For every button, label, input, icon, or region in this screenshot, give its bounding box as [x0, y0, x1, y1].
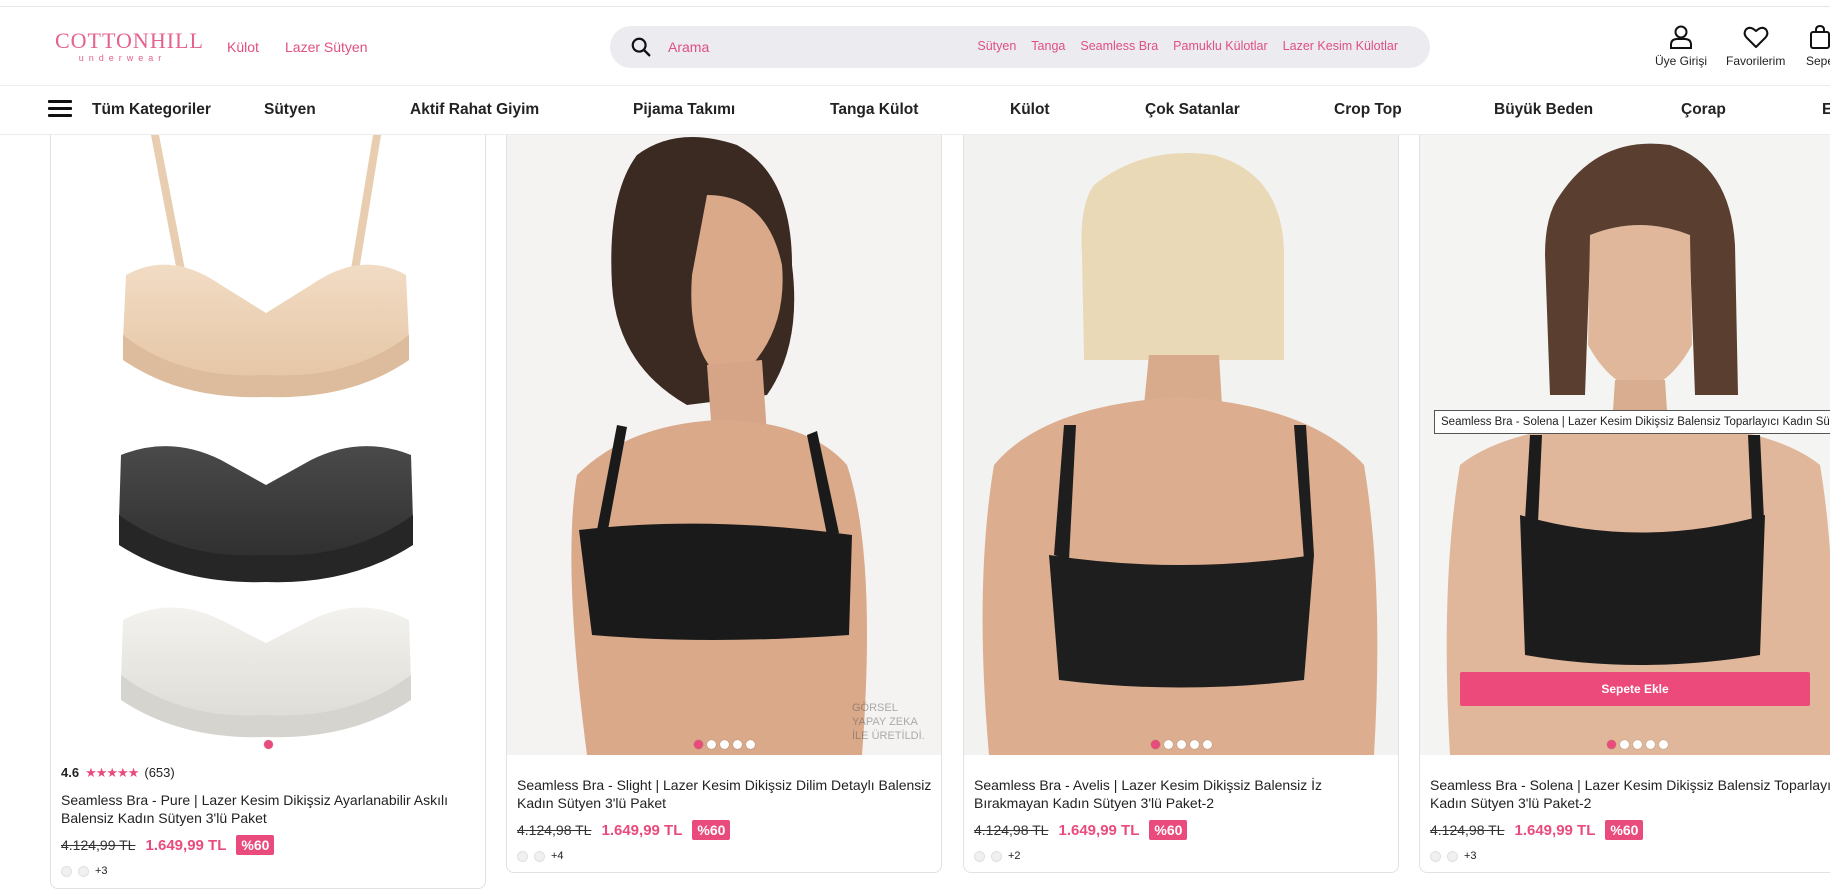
model-back-image	[571, 137, 867, 755]
nav-item-pijama-takimi[interactable]: Pijama Takımı	[633, 101, 735, 119]
image-carousel-dots[interactable]	[964, 736, 1398, 754]
brand-sub: underwear	[78, 53, 167, 63]
cart-button[interactable]: Sepe	[1806, 24, 1830, 68]
search-bar[interactable]: Arama Sütyen Tanga Seamless Bra Pamuklu …	[610, 26, 1430, 68]
nav-item-more[interactable]: E	[1822, 101, 1830, 119]
old-price: 4.124,98 TL	[1430, 822, 1505, 838]
image-carousel-dots[interactable]	[51, 736, 485, 754]
search-icon[interactable]	[630, 36, 652, 58]
discount-badge: %60	[1149, 820, 1188, 840]
product-title[interactable]: Seamless Bra - Slight | Lazer Kesim Diki…	[517, 776, 937, 812]
current-price: 1.649,99 TL	[601, 821, 683, 839]
bra-stack-image	[119, 135, 413, 738]
search-chip[interactable]: Seamless Bra	[1080, 39, 1158, 53]
product-card[interactable]: 4.6 ★★★★★ (653) Seamless Bra - Pure | Laze…	[50, 135, 486, 889]
search-suggestions: Sütyen Tanga Seamless Bra Pamuklu Külotl…	[977, 39, 1398, 53]
old-price: 4.124,99 TL	[61, 837, 136, 853]
login-button[interactable]: Üye Girişi	[1655, 24, 1707, 68]
shopping-bag-icon	[1810, 24, 1830, 49]
image-carousel-dots[interactable]	[1420, 736, 1830, 754]
product-title[interactable]: Seamless Bra - Avelis | Lazer Kesim Diki…	[974, 776, 1394, 812]
nav-item-cok-satanlar[interactable]: Çok Satanlar	[1145, 101, 1240, 119]
price-row: 4.124,98 TL 1.649,99 TL %60	[974, 820, 1188, 840]
price-row: 4.124,98 TL 1.649,99 TL %60	[1430, 820, 1644, 840]
discount-badge: %60	[692, 820, 731, 840]
more-colors: +2	[1008, 850, 1021, 862]
color-swatches[interactable]: +3	[1430, 850, 1477, 862]
nav-item-crop-top[interactable]: Crop Top	[1334, 101, 1402, 119]
rating-stars: ★★★★★	[85, 765, 139, 780]
nav-item-buyuk-beden[interactable]: Büyük Beden	[1494, 101, 1593, 119]
nav-item-tanga-kulot[interactable]: Tanga Külot	[830, 101, 918, 119]
favorites-button[interactable]: Favorilerim	[1726, 24, 1785, 68]
price-row: 4.124,98 TL 1.649,99 TL %60	[517, 820, 731, 840]
nav-item-sutyen[interactable]: Sütyen	[264, 101, 316, 119]
brand-logo[interactable]: COTTONHILL underwear	[55, 28, 204, 66]
search-input[interactable]: Arama	[668, 39, 709, 55]
add-to-cart-button[interactable]: Sepete Ekle	[1460, 672, 1810, 706]
header-link-lazer-sutyen[interactable]: Lazer Sütyen	[285, 39, 368, 55]
product-title[interactable]: Seamless Bra - Pure | Lazer Kesim Dikişs…	[61, 791, 481, 827]
nav-item-corap[interactable]: Çorap	[1681, 101, 1726, 119]
product-card[interactable]: Seamless Bra - Avelis | Lazer Kesim Diki…	[963, 135, 1399, 873]
login-label: Üye Girişi	[1655, 54, 1708, 68]
search-chip[interactable]: Lazer Kesim Külotlar	[1283, 39, 1398, 53]
header-link-kulot[interactable]: Külot	[227, 39, 259, 55]
product-card[interactable]: GÖRSEL YAPAY ZEKA İLE ÜRETİLDİ. Seamless…	[506, 135, 942, 873]
review-count: (653)	[144, 765, 175, 780]
product-card[interactable]: Sepete Ekle Seamless Bra - Solena | Laze…	[1419, 135, 1830, 873]
product-rating: 4.6 ★★★★★ (653)	[61, 765, 175, 781]
current-price: 1.649,99 TL	[1058, 821, 1140, 839]
category-nav: Tüm Kategoriler Sütyen Aktif Rahat Giyim…	[0, 87, 1830, 135]
search-chip[interactable]: Sütyen	[977, 39, 1016, 53]
color-swatches[interactable]: +3	[61, 865, 108, 877]
product-image[interactable]	[964, 135, 1398, 755]
search-chip[interactable]: Tanga	[1031, 39, 1065, 53]
more-colors: +4	[551, 850, 564, 862]
discount-badge: %60	[236, 835, 275, 855]
old-price: 4.124,98 TL	[974, 822, 1049, 838]
rating-value: 4.6	[61, 765, 80, 780]
current-price: 1.649,99 TL	[1514, 821, 1596, 839]
nav-item-kulot[interactable]: Külot	[1010, 101, 1050, 119]
model-front-image	[1446, 143, 1830, 755]
old-price: 4.124,98 TL	[517, 822, 592, 838]
model-back-image	[982, 153, 1378, 755]
search-chip[interactable]: Pamuklu Külotlar	[1173, 39, 1268, 53]
color-swatches[interactable]: +4	[517, 850, 564, 862]
product-title[interactable]: Seamless Bra - Solena | Lazer Kesim Diki…	[1430, 776, 1830, 812]
more-colors: +3	[95, 865, 108, 877]
heart-icon	[1743, 26, 1769, 48]
current-price: 1.649,99 TL	[145, 836, 227, 854]
product-image[interactable]	[51, 135, 485, 755]
nav-all-categories[interactable]: Tüm Kategoriler	[92, 101, 211, 119]
more-colors: +3	[1464, 850, 1477, 862]
nav-item-aktif-rahat-giyim[interactable]: Aktif Rahat Giyim	[410, 101, 539, 119]
menu-icon[interactable]	[48, 97, 72, 119]
image-carousel-dots[interactable]	[507, 736, 941, 754]
color-swatches[interactable]: +2	[974, 850, 1021, 862]
user-icon	[1670, 25, 1692, 49]
discount-badge: %60	[1605, 820, 1644, 840]
favorites-label: Favorilerim	[1726, 54, 1786, 68]
cart-label: Sepe	[1806, 54, 1830, 68]
brand-name: COTTONHILL	[55, 28, 204, 53]
product-title-tooltip: Seamless Bra - Solena | Lazer Kesim Diki…	[1434, 410, 1830, 434]
product-image[interactable]: GÖRSEL YAPAY ZEKA İLE ÜRETİLDİ.	[507, 135, 941, 755]
top-border	[0, 0, 1830, 7]
price-row: 4.124,99 TL 1.649,99 TL %60	[61, 835, 275, 855]
product-image[interactable]: Sepete Ekle	[1420, 135, 1830, 755]
site-header: COTTONHILL underwear Külot Lazer Sütyen …	[0, 8, 1830, 86]
